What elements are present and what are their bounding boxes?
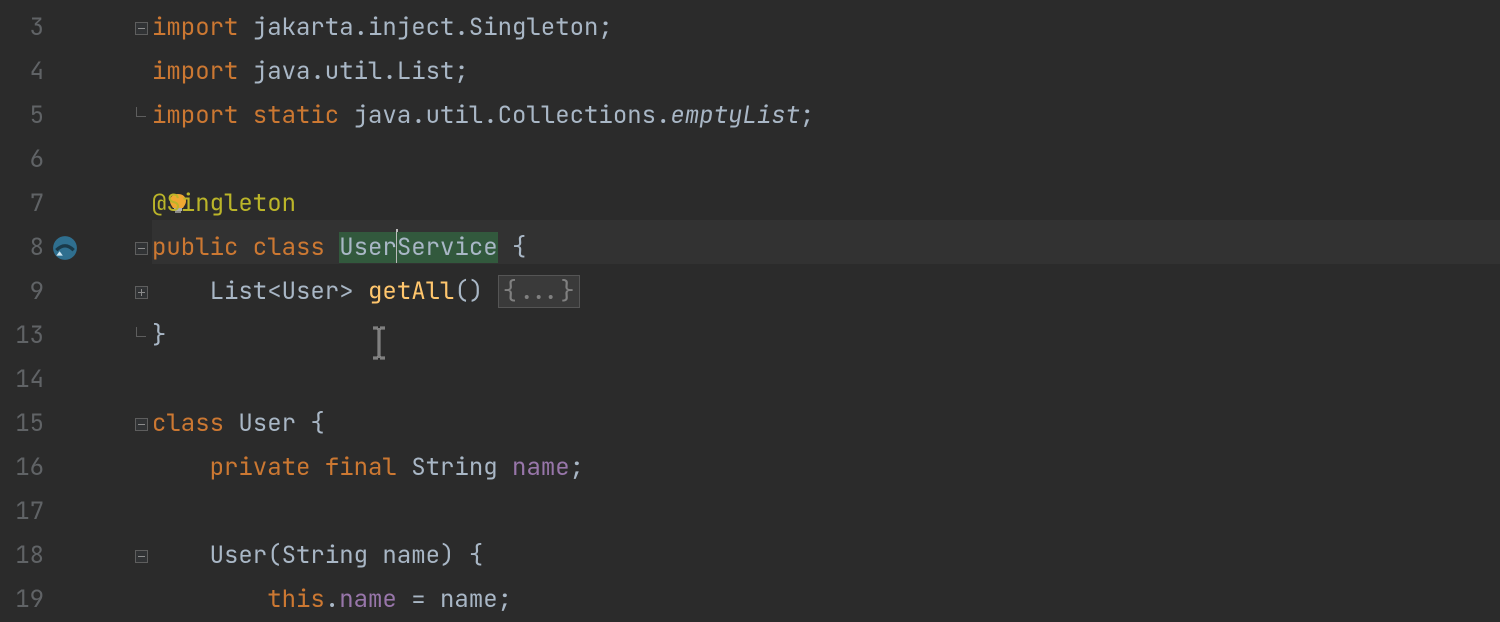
line-number[interactable]: 7 xyxy=(0,182,48,226)
line-number[interactable]: 8 xyxy=(0,226,48,270)
line-number[interactable]: 4 xyxy=(0,50,48,94)
code-editor[interactable]: 3 4 5 6 7 8 9 13 14 15 16 17 18 19 xyxy=(0,0,1500,600)
line-number[interactable]: 5 xyxy=(0,94,48,138)
code-line[interactable]: class User { xyxy=(152,402,1500,446)
code-line[interactable]: import static java.util.Collections.empt… xyxy=(152,94,1500,138)
fold-expand-icon[interactable] xyxy=(135,286,148,299)
fold-gutter xyxy=(130,0,152,600)
fold-end-icon xyxy=(136,107,146,117)
line-number[interactable]: 19 xyxy=(0,578,48,622)
code-line[interactable]: public class UserService { xyxy=(152,226,1500,270)
line-number[interactable]: 9 xyxy=(0,270,48,314)
code-line[interactable]: @Singleton xyxy=(152,182,1500,226)
icon-gutter xyxy=(48,0,130,600)
folded-region[interactable]: {...} xyxy=(498,275,580,308)
code-line[interactable] xyxy=(152,138,1500,182)
code-line[interactable]: this.name = name; xyxy=(152,578,1500,622)
fold-end-icon xyxy=(136,327,146,337)
code-line[interactable]: User(String name) { xyxy=(152,534,1500,578)
code-line[interactable] xyxy=(152,490,1500,534)
code-line[interactable]: import java.util.List; xyxy=(152,50,1500,94)
fold-collapse-icon[interactable] xyxy=(135,418,148,431)
line-number[interactable]: 16 xyxy=(0,446,48,490)
fold-collapse-icon[interactable] xyxy=(135,242,148,255)
code-line[interactable] xyxy=(152,358,1500,402)
navigate-icon[interactable] xyxy=(52,235,78,261)
fold-collapse-icon[interactable] xyxy=(135,22,148,35)
line-number-gutter[interactable]: 3 4 5 6 7 8 9 13 14 15 16 17 18 19 xyxy=(0,0,48,600)
line-number[interactable]: 6 xyxy=(0,138,48,182)
code-line[interactable]: private final String name; xyxy=(152,446,1500,490)
line-number[interactable]: 3 xyxy=(0,6,48,50)
fold-collapse-icon[interactable] xyxy=(135,550,148,563)
code-area[interactable]: import jakarta.inject.Singleton; import … xyxy=(152,0,1500,600)
code-line[interactable]: } xyxy=(152,314,1500,358)
line-number[interactable]: 14 xyxy=(0,358,48,402)
code-line[interactable]: import jakarta.inject.Singleton; xyxy=(152,6,1500,50)
line-number[interactable]: 15 xyxy=(0,402,48,446)
code-line[interactable]: List<User> getAll() {...} xyxy=(152,270,1500,314)
line-number[interactable]: 17 xyxy=(0,490,48,534)
line-number[interactable]: 18 xyxy=(0,534,48,578)
line-number[interactable]: 13 xyxy=(0,314,48,358)
